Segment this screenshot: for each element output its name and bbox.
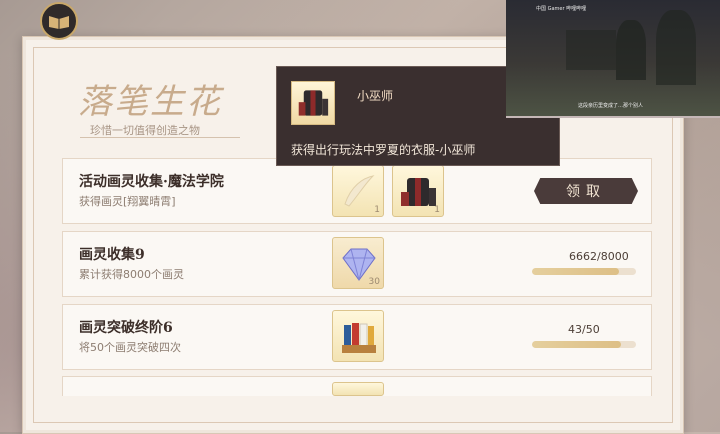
reward-qty: 1: [434, 205, 440, 215]
task-desc: 累计获得8000个画灵: [79, 268, 184, 281]
video-overlay[interactable]: 中国 Gamer 哔哩哔哩 这段亲历里变成了…那个别人: [506, 0, 720, 118]
tooltip-item-name: 小巫师: [357, 89, 394, 103]
reward-item-paint-tubes[interactable]: [332, 310, 384, 362]
subtitle-divider: [80, 137, 240, 138]
video-header: 中国 Gamer 哔哩哔哩: [536, 6, 587, 12]
claim-button[interactable]: 领取: [534, 178, 638, 204]
outfit-icon: [298, 90, 329, 116]
progress-text: 43/50: [568, 323, 600, 336]
progress-text: 6662/8000: [569, 250, 629, 263]
task-title: 画灵收集9: [79, 247, 145, 263]
task-title: 画灵突破终阶6: [79, 320, 173, 336]
tooltip-item-frame: [291, 81, 335, 125]
reward-item-outfit[interactable]: 1: [392, 165, 444, 217]
page-title: 落笔生花: [78, 82, 222, 122]
page-subtitle: 珍惜一切值得创造之物: [90, 124, 200, 137]
video-tree: [616, 20, 646, 80]
reward-qty: 1: [374, 205, 380, 215]
reward-item-partial: [332, 382, 384, 396]
reward-item-diamond[interactable]: 30: [332, 237, 384, 289]
reward-qty: 30: [368, 277, 380, 287]
video-tree: [656, 10, 696, 85]
video-caption: 这段亲历里变成了…那个别人: [578, 103, 644, 109]
progress-fill: [532, 341, 622, 348]
progress-bar: [532, 268, 636, 275]
task-title: 活动画灵收集·魔法学院: [79, 174, 224, 190]
reward-item-feather-card[interactable]: 1: [332, 165, 384, 217]
progress-bar: [532, 341, 636, 348]
book-emblem-icon: [40, 2, 78, 40]
paint-tubes-icon: [342, 323, 376, 353]
task-desc: 将50个画灵突破四次: [79, 341, 181, 354]
tooltip-item-desc: 获得出行玩法中罗夏的衣服-小巫师: [291, 143, 476, 157]
task-desc: 获得画灵[翔翼晴霄]: [79, 195, 176, 208]
video-building: [566, 30, 616, 70]
progress-fill: [532, 268, 619, 275]
